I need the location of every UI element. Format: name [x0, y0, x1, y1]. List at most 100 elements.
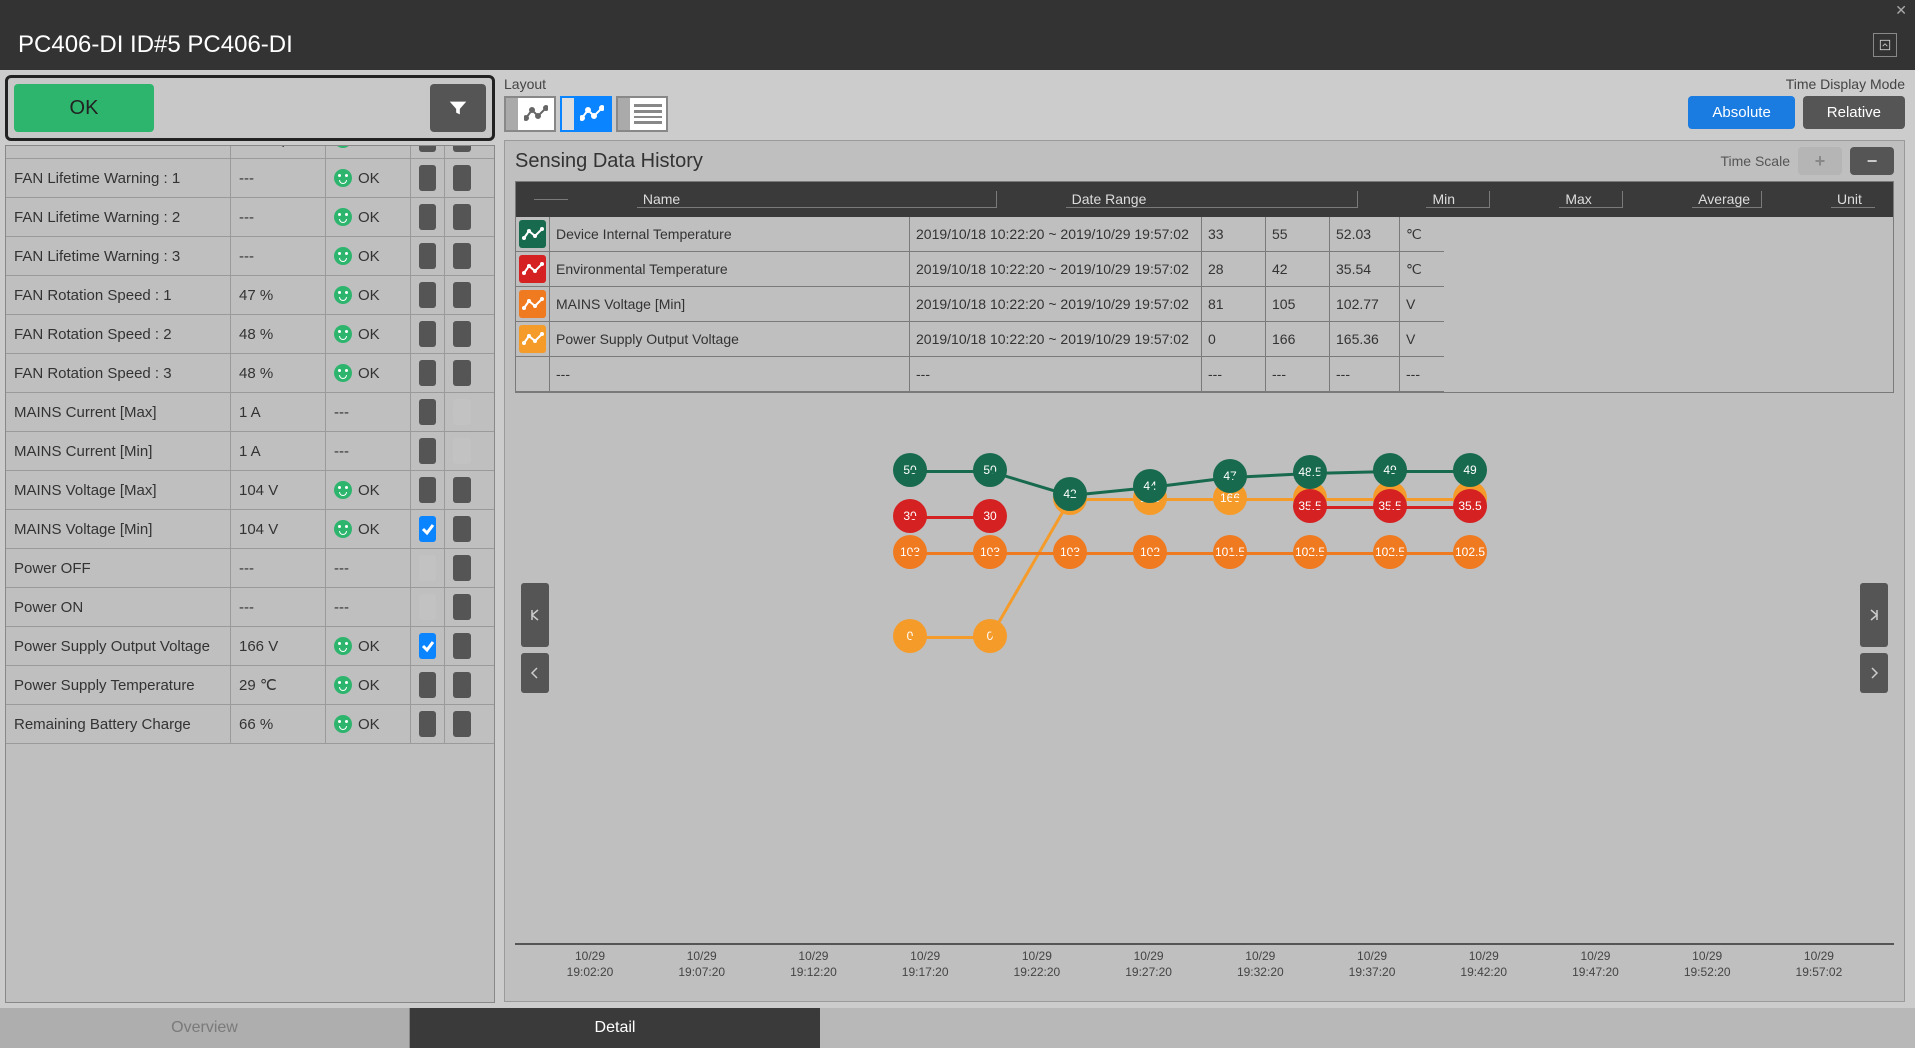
- row-toggle-1[interactable]: [419, 165, 436, 191]
- status-status: OK: [326, 145, 411, 158]
- row-toggle-2[interactable]: [453, 672, 471, 698]
- row-toggle-2[interactable]: [453, 360, 471, 386]
- status-row[interactable]: Power OFF------: [6, 549, 494, 588]
- smiley-icon: [334, 715, 352, 733]
- status-value: 48 %: [231, 315, 326, 353]
- x-tick: 10/2919:42:20: [1449, 949, 1519, 989]
- status-row[interactable]: Ethernet Link StatusLink UpOK: [6, 145, 494, 159]
- status-value: ---: [231, 588, 326, 626]
- row-toggle-2[interactable]: [453, 516, 471, 542]
- row-toggle-1[interactable]: [419, 594, 436, 620]
- status-name: MAINS Voltage [Min]: [6, 510, 231, 548]
- status-row[interactable]: Power Supply Temperature29 ℃OK: [6, 666, 494, 705]
- status-row[interactable]: Remaining Battery Charge66 %OK: [6, 705, 494, 744]
- row-toggle-1[interactable]: [419, 282, 436, 308]
- tab-overview[interactable]: Overview: [0, 1008, 410, 1048]
- time-relative-button[interactable]: Relative: [1803, 96, 1905, 129]
- filter-button[interactable]: [430, 84, 486, 132]
- row-toggle-1[interactable]: [419, 321, 436, 347]
- row-toggle-2[interactable]: [453, 555, 471, 581]
- close-icon[interactable]: ✕: [1895, 2, 1907, 19]
- row-toggle-2[interactable]: [453, 165, 471, 191]
- row-toggle-2[interactable]: [453, 477, 471, 503]
- x-tick: 10/2919:07:20: [667, 949, 737, 989]
- data-row[interactable]: Environmental Temperature2019/10/18 10:2…: [516, 252, 1893, 287]
- data-row[interactable]: ------------------: [516, 357, 1893, 392]
- chart-next-button[interactable]: [1860, 653, 1888, 693]
- series-swatch: [519, 325, 546, 353]
- row-toggle-2[interactable]: [453, 399, 471, 425]
- chart-jump-end-button[interactable]: [1860, 583, 1888, 647]
- status-row[interactable]: FAN Lifetime Warning : 2---OK: [6, 198, 494, 237]
- status-row[interactable]: FAN Lifetime Warning : 1---OK: [6, 159, 494, 198]
- row-toggle-1[interactable]: [419, 711, 436, 737]
- layout-btn-3[interactable]: [616, 96, 668, 132]
- status-value: 1 A: [231, 393, 326, 431]
- smiley-icon: [334, 676, 352, 694]
- status-value: ---: [231, 198, 326, 236]
- row-toggle-1[interactable]: [419, 672, 436, 698]
- status-status: ---: [326, 393, 411, 431]
- chart-point[interactable]: 102.5: [1453, 535, 1487, 569]
- status-row[interactable]: MAINS Voltage [Max]104 VOK: [6, 471, 494, 510]
- chart-prev-button[interactable]: [521, 653, 549, 693]
- row-toggle-2[interactable]: [453, 243, 471, 269]
- status-value: 1 A: [231, 432, 326, 470]
- row-toggle-1[interactable]: [419, 633, 436, 659]
- row-toggle-2[interactable]: [453, 321, 471, 347]
- row-toggle-1[interactable]: [419, 204, 436, 230]
- status-name: MAINS Current [Min]: [6, 432, 231, 470]
- status-row[interactable]: MAINS Current [Min]1 A---: [6, 432, 494, 471]
- layout-btn-1[interactable]: [504, 96, 556, 132]
- row-toggle-2[interactable]: [453, 282, 471, 308]
- th-name: Name: [637, 191, 997, 208]
- row-toggle-2[interactable]: [453, 711, 471, 737]
- row-toggle-1[interactable]: [419, 555, 436, 581]
- time-absolute-button[interactable]: Absolute: [1688, 96, 1794, 129]
- row-toggle-1[interactable]: [419, 243, 436, 269]
- chart-jump-start-button[interactable]: [521, 583, 549, 647]
- smiley-icon: [334, 637, 352, 655]
- data-row[interactable]: MAINS Voltage [Min]2019/10/18 10:22:20 ~…: [516, 287, 1893, 322]
- status-row[interactable]: Power ON------: [6, 588, 494, 627]
- return-button[interactable]: [1873, 33, 1897, 57]
- layout-btn-2[interactable]: [560, 96, 612, 132]
- row-toggle-1[interactable]: [419, 438, 436, 464]
- status-row[interactable]: FAN Rotation Speed : 248 %OK: [6, 315, 494, 354]
- tab-detail[interactable]: Detail: [410, 1008, 820, 1048]
- chart-point[interactable]: 30: [973, 499, 1007, 533]
- x-tick: 10/2919:37:20: [1337, 949, 1407, 989]
- row-toggle-1[interactable]: [419, 399, 436, 425]
- status-row[interactable]: FAN Rotation Speed : 348 %OK: [6, 354, 494, 393]
- row-toggle-2[interactable]: [453, 145, 471, 152]
- status-name: FAN Lifetime Warning : 3: [6, 237, 231, 275]
- row-toggle-2[interactable]: [453, 633, 471, 659]
- status-row[interactable]: MAINS Current [Max]1 A---: [6, 393, 494, 432]
- row-toggle-2[interactable]: [453, 204, 471, 230]
- chart-point[interactable]: 49: [1453, 453, 1487, 487]
- row-toggle-2[interactable]: [453, 438, 471, 464]
- row-toggle-2[interactable]: [453, 594, 471, 620]
- status-value: Link Up: [231, 145, 326, 158]
- status-name: FAN Rotation Speed : 2: [6, 315, 231, 353]
- status-value: 48 %: [231, 354, 326, 392]
- status-row[interactable]: Power Supply Output Voltage166 VOK: [6, 627, 494, 666]
- data-row[interactable]: Device Internal Temperature2019/10/18 10…: [516, 217, 1893, 252]
- x-tick: 10/2919:17:20: [890, 949, 960, 989]
- status-name: FAN Lifetime Warning : 1: [6, 159, 231, 197]
- status-row[interactable]: FAN Lifetime Warning : 3---OK: [6, 237, 494, 276]
- chart-point[interactable]: 35.5: [1453, 489, 1487, 523]
- row-toggle-1[interactable]: [419, 145, 436, 152]
- th-avg: Average: [1692, 191, 1762, 208]
- x-tick: 10/2919:32:20: [1225, 949, 1295, 989]
- data-row[interactable]: Power Supply Output Voltage2019/10/18 10…: [516, 322, 1893, 357]
- status-row[interactable]: MAINS Voltage [Min]104 VOK: [6, 510, 494, 549]
- status-table[interactable]: Ethernet Link StatusLink UpOKFAN Lifetim…: [6, 145, 494, 976]
- row-toggle-1[interactable]: [419, 477, 436, 503]
- timescale-minus-button[interactable]: −: [1850, 147, 1894, 175]
- chart-area[interactable]: 00166166166166166166103103103102101.5102…: [515, 403, 1894, 995]
- row-toggle-1[interactable]: [419, 360, 436, 386]
- status-row[interactable]: FAN Rotation Speed : 147 %OK: [6, 276, 494, 315]
- status-value: 66 %: [231, 705, 326, 743]
- row-toggle-1[interactable]: [419, 516, 436, 542]
